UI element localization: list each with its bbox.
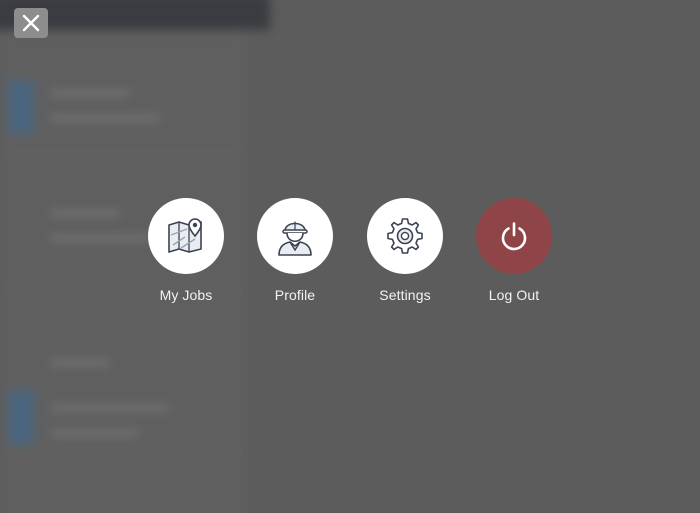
gear-icon xyxy=(387,218,423,254)
overlay-menu: My Jobs Profile Settings Log Out xyxy=(140,198,560,308)
map-pin-icon xyxy=(168,218,202,253)
menu-item-profile[interactable]: Profile xyxy=(250,198,340,303)
menu-item-my-jobs[interactable]: My Jobs xyxy=(141,198,231,303)
background-accent xyxy=(8,80,34,134)
app-screen: My Jobs Profile Settings Log Out xyxy=(0,0,700,513)
background-text-line xyxy=(50,360,110,366)
profile-circle[interactable] xyxy=(257,198,333,274)
power-icon xyxy=(501,222,527,251)
background-text-line xyxy=(50,235,150,241)
settings-label[interactable]: Settings xyxy=(379,287,430,303)
menu-item-settings[interactable]: Settings xyxy=(360,198,450,303)
menu-item-log-out[interactable]: Log Out xyxy=(469,198,559,303)
background-divider xyxy=(0,450,240,451)
my-jobs-label[interactable]: My Jobs xyxy=(160,287,213,303)
background-text-line xyxy=(50,115,160,121)
log-out-circle[interactable] xyxy=(476,198,552,274)
close-icon xyxy=(22,14,40,32)
worker-avatar-icon xyxy=(278,221,312,256)
profile-label[interactable]: Profile xyxy=(275,287,315,303)
background-text-line xyxy=(50,210,120,216)
background-text-line xyxy=(50,90,130,96)
my-jobs-circle[interactable] xyxy=(148,198,224,274)
background-divider xyxy=(0,150,240,151)
log-out-label[interactable]: Log Out xyxy=(489,287,540,303)
background-accent xyxy=(8,390,34,444)
close-button[interactable] xyxy=(14,8,48,38)
background-text-line xyxy=(50,430,140,436)
background-text-line xyxy=(50,405,170,411)
settings-circle[interactable] xyxy=(367,198,443,274)
